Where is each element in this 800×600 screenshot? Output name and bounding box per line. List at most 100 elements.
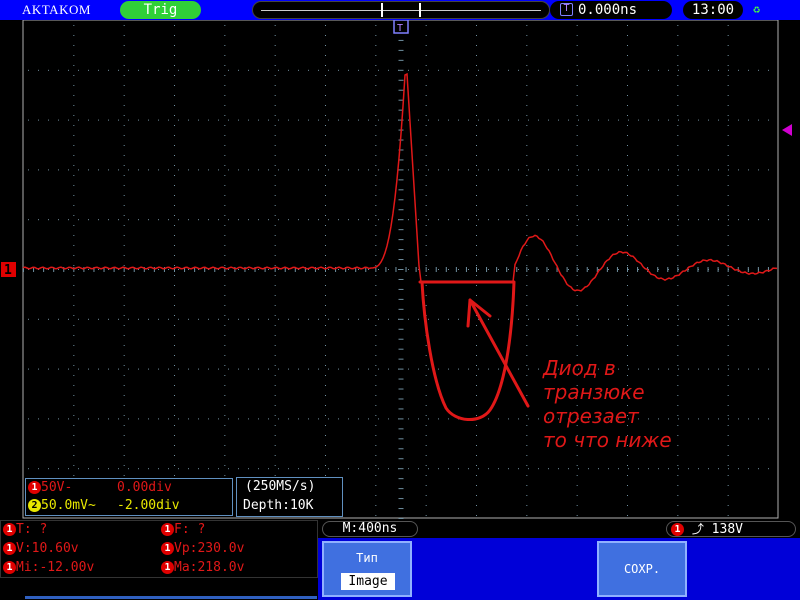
grid-dot [458, 119, 459, 121]
grid-dot [526, 365, 528, 366]
measure-peak-to-peak[interactable]: 1 Vp:230.0v [161, 541, 244, 556]
grid-dot [28, 69, 29, 71]
memory-window[interactable] [381, 3, 421, 17]
grid-dot [88, 219, 89, 221]
grid-dot [718, 69, 719, 71]
grid-dot [224, 275, 226, 276]
grid-dot [308, 219, 309, 221]
measure-maximum[interactable]: 1 Ma:218.0v [161, 560, 244, 575]
grid-dot [548, 318, 549, 320]
grid-dot [408, 368, 409, 370]
grid-dot [224, 465, 226, 466]
grid-dot [278, 468, 279, 470]
grid-dot [508, 269, 509, 270]
axis-tick [398, 189, 404, 191]
grid-dot [528, 318, 529, 320]
type-softkey-label: Тип [356, 551, 378, 565]
grid-dot [708, 69, 709, 71]
grid-dot [476, 295, 477, 296]
grid-dot [338, 219, 339, 221]
grid-dot [325, 395, 326, 396]
grid-dot [123, 375, 125, 376]
grid-dot [274, 25, 276, 26]
grid-dot [73, 55, 75, 56]
grid-dot [448, 269, 449, 270]
channel-1-info[interactable]: 1 50V- 0.00div [28, 480, 172, 498]
grid-dot [358, 219, 359, 221]
grid-dot [438, 169, 439, 171]
grid-dot [425, 405, 427, 406]
grid-dot [178, 119, 179, 121]
grid-dot [358, 69, 359, 71]
grid-dot [123, 315, 125, 316]
grid-dot [727, 45, 729, 46]
grid-dot [627, 275, 628, 276]
trigger-time-marker-label: T [397, 23, 403, 34]
grid-dot [718, 368, 719, 370]
measure-minimum[interactable]: 1 Mi:-12.00v [3, 560, 94, 575]
grid-dot [274, 285, 276, 286]
save-softkey[interactable]: СОХР. [597, 541, 687, 597]
grid-dot [274, 195, 276, 196]
channel-2-info[interactable]: 2 50.0mV~ -2.00div [28, 498, 180, 516]
grid-dot [318, 219, 319, 221]
grid-dot [576, 115, 578, 116]
grid-dot [178, 169, 179, 171]
grid-dot [338, 418, 339, 420]
grid-dot [68, 468, 69, 470]
grid-dot [325, 225, 326, 226]
grid-dot [618, 119, 619, 121]
grid-dot [418, 318, 419, 320]
grid-dot [174, 325, 175, 326]
grid-dot [608, 69, 609, 71]
grid-dot [73, 145, 75, 146]
grid-dot [425, 345, 427, 346]
grid-dot [476, 415, 477, 416]
grid-dot [677, 235, 679, 236]
grid-dot [48, 468, 49, 470]
grid-dot [38, 318, 39, 320]
grid-dot [358, 119, 359, 121]
grid-dot [224, 435, 226, 436]
measure-amplitude[interactable]: 1 V:10.60v [3, 541, 79, 556]
measure-frequency[interactable]: 1 F: ? [161, 522, 205, 537]
grid-dot [425, 115, 427, 116]
grid-dot [375, 55, 377, 56]
axis-tick [398, 278, 404, 280]
grid-dot [58, 418, 59, 420]
measure-period[interactable]: 1 T: ? [3, 522, 47, 537]
memory-position-bar[interactable] [252, 1, 550, 19]
grid-dot [538, 468, 539, 470]
grid-dot [188, 119, 189, 121]
annotation-line-3: отрезает [543, 404, 639, 428]
grid-dot [73, 245, 75, 246]
grid-dot [325, 105, 326, 106]
grid-dot [425, 135, 427, 136]
grid-dot [174, 375, 175, 376]
grid-dot [148, 169, 149, 171]
grid-dot [768, 69, 769, 71]
grid-dot [248, 318, 249, 320]
grid-dot [328, 119, 329, 121]
grid-dot [224, 75, 226, 76]
grid-dot [224, 395, 226, 396]
grid-dot [748, 169, 749, 171]
grid-dot [224, 175, 226, 176]
grid-dot [73, 365, 75, 366]
grid-dot [688, 418, 689, 420]
grid-dot [174, 365, 175, 366]
grid-dot [508, 169, 509, 171]
axis-tick [526, 267, 528, 272]
grid-dot [677, 305, 679, 306]
axis-tick [398, 169, 404, 171]
type-softkey[interactable]: Тип Image [322, 541, 412, 597]
grid-dot [727, 195, 729, 196]
grid-dot [368, 418, 369, 420]
grid-dot [274, 75, 276, 76]
grid-dot [598, 69, 599, 71]
grid-dot [174, 185, 175, 186]
grid-dot [274, 45, 276, 46]
grid-dot [208, 468, 209, 470]
grid-dot [108, 318, 109, 320]
grid-dot [375, 315, 377, 316]
